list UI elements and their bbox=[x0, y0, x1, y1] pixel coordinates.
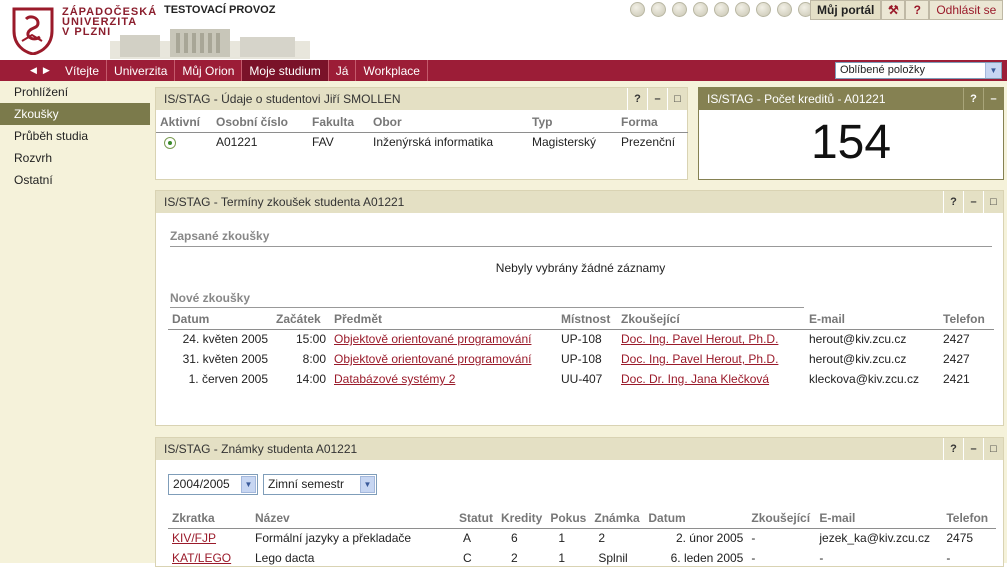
nav-scroll-left-icon[interactable]: ◀ bbox=[30, 66, 37, 76]
portlet-minimize-button[interactable]: – bbox=[983, 88, 1003, 110]
semester-select[interactable]: Zimní semestr ▼ bbox=[263, 474, 377, 495]
student-info-portlet: IS/STAG - Údaje o studentovi Jiří SMOLLE… bbox=[155, 87, 688, 180]
nav-item-vitejte[interactable]: Vítejte bbox=[58, 60, 108, 81]
examiner-link[interactable]: Doc. Ing. Pavel Herout, Ph.D. bbox=[621, 352, 778, 366]
registered-exams-heading: Zapsané zkoušky bbox=[170, 229, 270, 243]
table-row: 24. květen 2005 15:00 Objektově orientov… bbox=[182, 332, 970, 347]
nav-item-moje-studium[interactable]: Moje studium bbox=[242, 60, 329, 81]
exams-table: Datum Začátek Předmět Místnost Zkoušejíc… bbox=[168, 309, 994, 389]
shield-logo-icon bbox=[12, 7, 54, 55]
column-header: Statut bbox=[459, 510, 493, 525]
sidebar-item-rozvrh[interactable]: Rozvrh bbox=[0, 147, 150, 169]
portlet-help-button[interactable]: ? bbox=[627, 88, 647, 110]
portlet-title: IS/STAG - Počet kreditů - A01221 ? – bbox=[699, 88, 1003, 110]
chevron-down-icon: ▼ bbox=[241, 476, 256, 493]
table-row: KIV/FJP Formální jazyky a překladače A 6… bbox=[172, 531, 974, 546]
column-header: Předmět bbox=[334, 311, 383, 326]
sidebar-item-prohlizeni[interactable]: Prohlížení bbox=[0, 81, 150, 103]
chevron-down-icon: ▼ bbox=[360, 476, 375, 493]
sidebar-item-prubeh-studia[interactable]: Průběh studia bbox=[0, 125, 150, 147]
sidebar: Prohlížení Zkoušky Průběh studia Rozvrh … bbox=[0, 81, 150, 563]
sidebar-item-ostatni[interactable]: Ostatní bbox=[0, 169, 150, 191]
top-toolbar: Můj portál ⚒ ? Odhlásit se bbox=[810, 0, 1004, 20]
column-header: Místnost bbox=[561, 311, 611, 326]
column-header: Telefon bbox=[946, 510, 989, 525]
column-header: Forma bbox=[621, 114, 658, 129]
portlet-maximize-button[interactable]: □ bbox=[667, 88, 687, 110]
portlet-minimize-button[interactable]: – bbox=[647, 88, 667, 110]
column-header: Známka bbox=[594, 510, 640, 525]
column-header: Aktivní bbox=[160, 114, 201, 129]
wrench-icon: ⚒ bbox=[887, 3, 899, 17]
table-row: 31. květen 2005 8:00 Objektově orientova… bbox=[182, 352, 970, 366]
column-header: Fakulta bbox=[312, 114, 355, 129]
column-header: Zkoušející bbox=[621, 311, 680, 326]
grades-table: Zkratka Název Statut Kredity Pokus Známk… bbox=[168, 508, 996, 568]
credits-portlet: IS/STAG - Počet kreditů - A01221 ? – 154 bbox=[698, 87, 1004, 180]
portlet-title: IS/STAG - Údaje o studentovi Jiří SMOLLE… bbox=[156, 88, 687, 110]
active-radio[interactable] bbox=[164, 137, 176, 150]
sidebar-item-zkousky[interactable]: Zkoušky bbox=[0, 103, 150, 125]
credits-value: 154 bbox=[810, 116, 892, 169]
examiner-link[interactable]: Doc. Ing. Pavel Herout, Ph.D. bbox=[621, 332, 778, 346]
test-mode-label: TESTOVACÍ PROVOZ bbox=[164, 4, 276, 16]
nav-item-muj-orion[interactable]: Můj Orion bbox=[175, 60, 243, 81]
header: ZÁPADOČESKÁ UNIVERZITA V PLZNI TESTOVACÍ… bbox=[0, 0, 1007, 60]
nav-item-workplace[interactable]: Workplace bbox=[356, 60, 428, 81]
my-portal-button[interactable]: Můj portál bbox=[810, 0, 882, 20]
nav-item-ja[interactable]: Já bbox=[329, 60, 357, 81]
column-header: Telefon bbox=[943, 311, 985, 326]
logout-button[interactable]: Odhlásit se bbox=[929, 0, 1004, 20]
subject-link[interactable]: Databázové systémy 2 bbox=[334, 372, 455, 386]
portlet-help-button[interactable]: ? bbox=[943, 191, 963, 213]
tools-button[interactable]: ⚒ bbox=[881, 0, 906, 20]
column-header: Kredity bbox=[501, 510, 543, 525]
no-records-message: Nebyly vybrány žádné záznamy bbox=[495, 261, 666, 275]
main-content: IS/STAG - Údaje o studentovi Jiří SMOLLE… bbox=[150, 81, 1007, 567]
grades-portlet: IS/STAG - Známky studenta A01221 ? – □ 2… bbox=[155, 437, 1004, 567]
subject-link[interactable]: Objektově orientované programování bbox=[334, 332, 531, 346]
portlet-help-button[interactable]: ? bbox=[943, 438, 963, 460]
column-header: Datum bbox=[172, 311, 210, 326]
column-header: E-mail bbox=[819, 510, 856, 525]
subject-link[interactable]: Objektově orientované programování bbox=[334, 352, 531, 366]
portlet-title: IS/STAG - Termíny zkoušek studenta A0122… bbox=[156, 191, 1003, 213]
column-header: Typ bbox=[532, 114, 553, 129]
year-select[interactable]: 2004/2005 ▼ bbox=[168, 474, 258, 495]
table-row: KAT/LEGO Lego dacta C 2 1 Splnil 6. lede… bbox=[172, 551, 951, 565]
column-header: Zkoušející bbox=[751, 510, 811, 525]
column-header: Pokus bbox=[550, 510, 587, 525]
favorites-select[interactable]: Oblíbené položky ▼ bbox=[835, 62, 1002, 79]
nav-scroll-right-icon[interactable]: ▶ bbox=[43, 66, 50, 76]
course-code-link[interactable]: KIV/FJP bbox=[172, 531, 216, 545]
column-header: Osobní číslo bbox=[216, 114, 289, 129]
column-header: Začátek bbox=[276, 311, 321, 326]
portlet-title: IS/STAG - Známky studenta A01221 ? – □ bbox=[156, 438, 1003, 460]
portlet-help-button[interactable]: ? bbox=[963, 88, 983, 110]
nav-item-univerzita[interactable]: Univerzita bbox=[107, 60, 176, 81]
help-button[interactable]: ? bbox=[905, 0, 930, 20]
student-table: Aktivní Osobní číslo Fakulta Obor Typ Fo… bbox=[156, 112, 688, 152]
decorative-dots bbox=[630, 2, 813, 18]
portlet-minimize-button[interactable]: – bbox=[963, 191, 983, 213]
portlet-maximize-button[interactable]: □ bbox=[983, 438, 1003, 460]
column-header: E-mail bbox=[809, 311, 846, 326]
column-header: Název bbox=[255, 510, 290, 525]
examiner-link[interactable]: Doc. Dr. Ing. Jana Klečková bbox=[621, 372, 769, 386]
campus-building-image bbox=[110, 29, 310, 59]
portlet-minimize-button[interactable]: – bbox=[963, 438, 983, 460]
column-header: Datum bbox=[648, 510, 686, 525]
chevron-down-icon: ▼ bbox=[985, 63, 1001, 78]
table-row: A01221 FAV Inženýrská informatika Magist… bbox=[156, 132, 688, 152]
table-row: 1. červen 2005 14:00 Databázové systémy … bbox=[188, 372, 970, 386]
portlet-maximize-button[interactable]: □ bbox=[983, 191, 1003, 213]
exams-portlet: IS/STAG - Termíny zkoušek studenta A0122… bbox=[155, 190, 1004, 426]
new-exams-heading: Nové zkoušky bbox=[170, 291, 251, 305]
column-header: Zkratka bbox=[172, 510, 215, 525]
column-header: Obor bbox=[373, 114, 402, 129]
